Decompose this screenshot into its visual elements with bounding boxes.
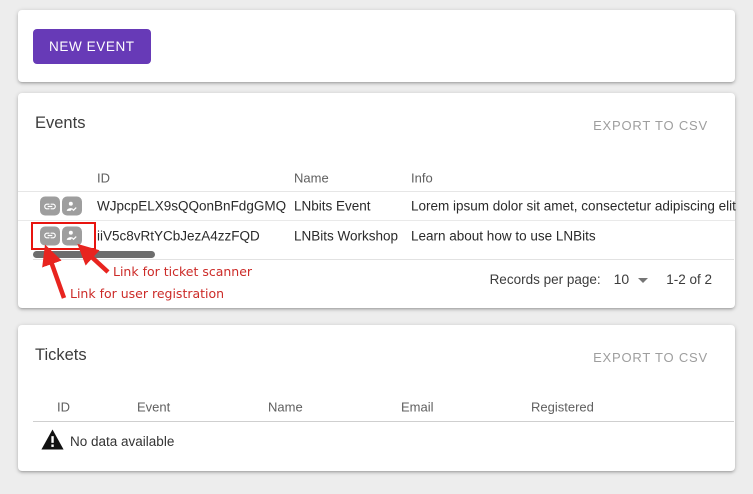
horizontal-scrollbar[interactable] xyxy=(33,251,155,258)
event-name: LNbits Event xyxy=(294,199,371,214)
pagination-range: 1-2 of 2 xyxy=(666,272,712,287)
user-registration-link-button[interactable] xyxy=(40,226,60,245)
ticket-scanner-link-button[interactable] xyxy=(62,226,82,245)
tickets-table-header: ID Event Name Email Registered xyxy=(18,393,735,421)
pagination-bar: Records per page: 10 1-2 of 2 xyxy=(490,269,712,289)
table-divider xyxy=(33,259,734,260)
events-card: Events EXPORT TO CSV ID Name Info WJpcpE… xyxy=(18,93,735,308)
event-name: LNBits Workshop xyxy=(294,228,398,243)
records-per-page-select[interactable]: 10 xyxy=(614,271,649,287)
events-col-name: Name xyxy=(294,170,329,185)
person-check-icon xyxy=(65,199,79,213)
tickets-col-name: Name xyxy=(268,400,303,415)
events-card-title: Events xyxy=(35,114,85,133)
event-info: Lorem ipsum dolor sit amet, consectetur … xyxy=(411,199,736,214)
link-icon xyxy=(43,199,57,213)
table-row: iiV5c8vRtYCbJezA4zzFQD LNBits Workshop L… xyxy=(18,221,735,250)
events-col-info: Info xyxy=(411,170,433,185)
records-per-page-label: Records per page: xyxy=(490,272,601,287)
events-export-csv-button[interactable]: EXPORT TO CSV xyxy=(593,118,708,133)
empty-state-row: No data available xyxy=(18,421,735,465)
tickets-col-event: Event xyxy=(137,400,170,415)
caret-down-icon xyxy=(638,278,648,283)
tickets-col-registered: Registered xyxy=(531,400,594,415)
event-id: WJpcpELX9sQQonBnFdgGMQ xyxy=(97,199,286,214)
toolbar-card: NEW EVENT xyxy=(18,10,735,82)
events-table-header: ID Name Info xyxy=(18,164,735,192)
new-event-button[interactable]: NEW EVENT xyxy=(33,29,151,64)
person-check-icon xyxy=(65,229,79,243)
tickets-col-id: ID xyxy=(57,400,70,415)
event-info: Learn about how to use LNBits xyxy=(411,228,596,243)
warning-triangle-icon xyxy=(41,429,64,450)
table-row: WJpcpELX9sQQonBnFdgGMQ LNbits Event Lore… xyxy=(18,192,735,221)
ticket-scanner-link-button[interactable] xyxy=(62,197,82,216)
link-icon xyxy=(43,229,57,243)
tickets-col-email: Email xyxy=(401,400,434,415)
events-col-id: ID xyxy=(97,170,110,185)
page-background: NEW EVENT Events EXPORT TO CSV ID Name I… xyxy=(0,0,753,494)
tickets-card: Tickets EXPORT TO CSV ID Event Name Emai… xyxy=(18,325,735,471)
tickets-export-csv-button[interactable]: EXPORT TO CSV xyxy=(593,350,708,365)
event-id: iiV5c8vRtYCbJezA4zzFQD xyxy=(97,228,260,243)
records-per-page-value: 10 xyxy=(614,271,630,287)
user-registration-link-button[interactable] xyxy=(40,197,60,216)
tickets-card-title: Tickets xyxy=(35,346,87,365)
empty-state-message: No data available xyxy=(70,434,174,449)
